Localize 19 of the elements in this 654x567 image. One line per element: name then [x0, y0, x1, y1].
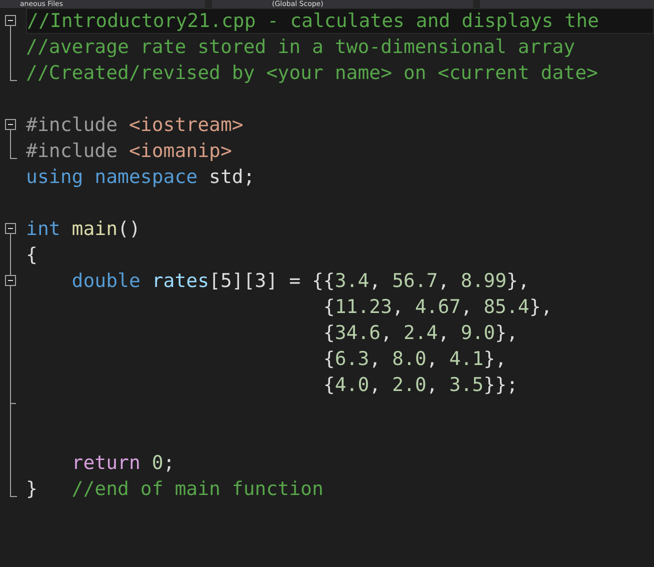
collapse-icon[interactable]	[5, 223, 16, 234]
code-line: //Introductory21.cpp - calculates and displays the	[27, 10, 599, 32]
code-line: {	[26, 244, 38, 266]
collapse-icon[interactable]	[5, 15, 16, 26]
code-line: {6.3, 8.0, 4.1},	[322, 348, 507, 370]
code-line: //average rate stored in a two-dimensional array	[26, 36, 576, 58]
code-line: double rates[5][3] = {{3.4, 56.7, 8.99},	[70, 270, 530, 292]
code-line: {4.0, 2.0, 3.5}};	[322, 374, 518, 396]
code-line: //Created/revised by <your name> on <current date>	[26, 62, 598, 84]
code-line: return 0;	[70, 452, 175, 474]
collapse-icon[interactable]	[5, 119, 16, 130]
code-line: #include <iostream>	[26, 114, 244, 136]
code-line: int main()	[26, 218, 140, 240]
code-line: {11.23, 4.67, 85.4},	[322, 296, 552, 318]
code-line: #include <iomanip>	[26, 140, 232, 162]
code-line: using namespace std;	[26, 166, 255, 188]
code-line: {34.6, 2.4, 9.0},	[322, 322, 518, 344]
code-line: } //end of main function	[26, 478, 324, 500]
collapse-icon[interactable]	[5, 275, 16, 286]
